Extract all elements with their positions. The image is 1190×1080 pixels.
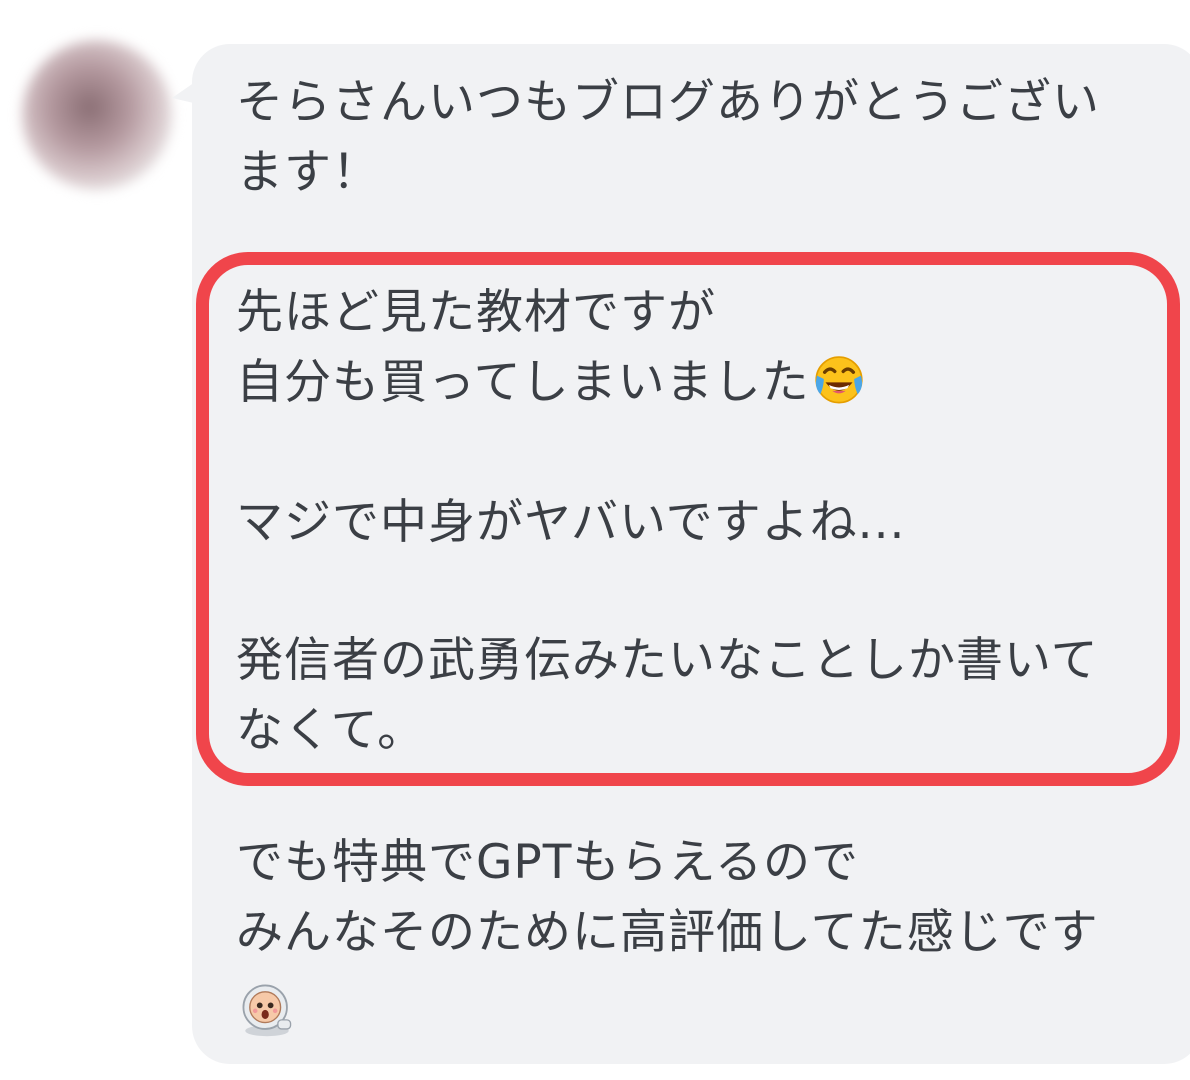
sender-avatar[interactable]	[22, 40, 172, 190]
closing-line-1: でも特典でGPTもらえるので	[236, 835, 860, 890]
greeting-line-2: ます！	[236, 145, 380, 200]
chat-screen: そらさんいつもブログありがとうござい ます！ 先ほど見た教材ですが 自分も買って…	[0, 0, 1190, 1080]
red-highlight-frame	[196, 252, 1180, 786]
greeting-line-1: そらさんいつもブログありがとうござい	[236, 75, 1100, 130]
closing-line-2: みんなそのために高評価してた感じです	[236, 905, 1099, 960]
baby-astronaut-sticker-icon	[242, 984, 292, 1037]
greeting-text: そらさんいつもブログありがとうござい ます！	[236, 68, 1100, 208]
closing-text: でも特典でGPTもらえるので みんなそのために高評価してた感じです	[236, 828, 1099, 968]
